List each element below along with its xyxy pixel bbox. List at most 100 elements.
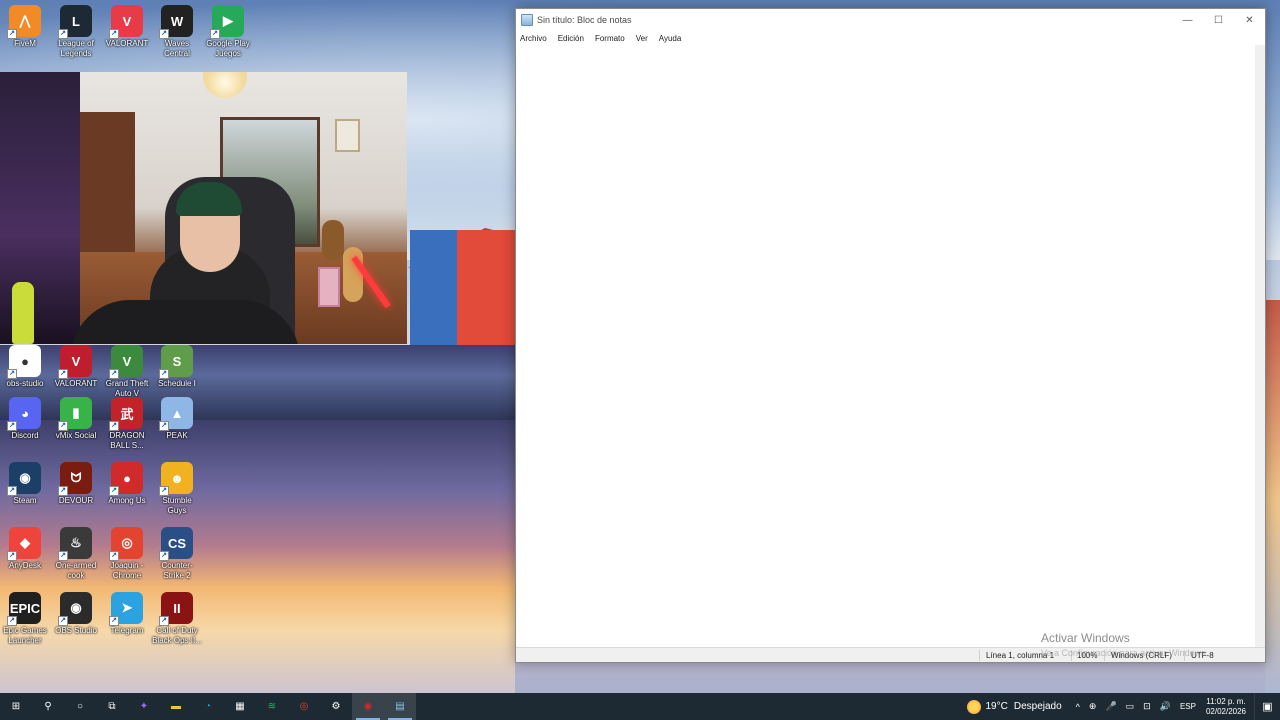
clock-date: 02/02/2026 <box>1205 706 1246 716</box>
menu-archivo[interactable]: Archivo <box>520 34 547 43</box>
notification-center-icon[interactable]: ▣ <box>1254 693 1280 720</box>
desktop-icon-peak[interactable]: ▲ ↗ PEAK <box>152 397 202 441</box>
task-view-button[interactable]: ⧉ <box>96 693 128 720</box>
desktop-icon-league-of-legends[interactable]: L ↗ League of Legends <box>51 5 101 59</box>
notepad-button[interactable]: ▤ <box>384 693 416 720</box>
menu-formato[interactable]: Formato <box>595 34 625 43</box>
close-button[interactable]: ✕ <box>1234 9 1265 31</box>
meet-now-icon[interactable]: ⊕ <box>1089 701 1097 712</box>
desktop-icon-call-of-duty[interactable]: II ↗ Call of Duty Black Ops II... <box>152 592 202 646</box>
volume-icon[interactable]: 🔊 <box>1160 701 1171 712</box>
battery-icon[interactable]: ▭ <box>1126 701 1135 712</box>
desktop-icon-obs-studio-top[interactable]: ● ↗ obs-studio <box>0 345 50 389</box>
webcam-person-body <box>70 300 300 344</box>
vertical-scrollbar[interactable] <box>1255 45 1265 647</box>
start-button[interactable]: ⊞ <box>0 693 32 720</box>
obs-button[interactable]: ◉ <box>352 693 384 720</box>
notepad-title: Sin título: Bloc de notas <box>537 15 632 25</box>
among-us-icon: ● ↗ <box>109 462 143 496</box>
show-hidden-icons-icon[interactable]: ^ <box>1076 702 1080 712</box>
shortcut-arrow-icon: ↗ <box>109 551 119 561</box>
shortcut-arrow-icon: ↗ <box>58 616 68 626</box>
network-icon[interactable]: ⊡ <box>1143 701 1151 712</box>
shortcut-arrow-icon: ↗ <box>58 29 68 39</box>
notepad-window[interactable]: Sin título: Bloc de notas — ☐ ✕ Archivo … <box>515 8 1266 663</box>
copilot-button[interactable]: ✦ <box>128 693 160 720</box>
shortcut-arrow-icon: ↗ <box>7 421 17 431</box>
one-armed-cook-glyph: ♨ <box>70 535 82 550</box>
stumble-guys-glyph: ☻ <box>170 470 184 486</box>
shortcut-arrow-icon: ↗ <box>159 551 169 561</box>
desktop-icon-label: Epic Games Launcher <box>3 626 47 645</box>
telegram-glyph: ➤ <box>121 600 133 615</box>
menu-ayuda[interactable]: Ayuda <box>659 34 682 43</box>
desktop-icon-joaquin-chrome[interactable]: ◎ ↗ Joaquin - Chrome <box>102 527 152 581</box>
desktop-icon-discord[interactable]: ◕ ↗ Discord <box>0 397 50 441</box>
desktop-icon-devour[interactable]: ᗢ ↗ DEVOUR <box>51 462 101 506</box>
file-explorer-button[interactable]: ▬ <box>160 693 192 720</box>
settings-icon: ⚙ <box>331 701 341 712</box>
menu-ver[interactable]: Ver <box>636 34 648 43</box>
peak-icon: ▲ ↗ <box>159 397 193 431</box>
desktop-icon-label: VALORANT <box>105 39 149 48</box>
desktop-icon-label: Steam <box>13 496 37 505</box>
microphone-icon[interactable]: 🎤 <box>1105 701 1116 712</box>
notepad-text-area[interactable] <box>516 45 1255 647</box>
desktop-icon-vmix-social[interactable]: ▮ ↗ vMix Social <box>51 397 101 441</box>
desktop-icon-google-play-juegos[interactable]: ▶ ↗ Google Play Juegos <box>203 5 253 59</box>
desktop-icon-one-armed-cook[interactable]: ♨ ↗ One-armed cook <box>51 527 101 581</box>
cortana-button[interactable]: ○ <box>64 693 96 720</box>
notepad-titlebar[interactable]: Sin título: Bloc de notas — ☐ ✕ <box>516 9 1265 31</box>
clock[interactable]: 11:02 p. m. 02/02/2026 <box>1206 697 1246 717</box>
desktop-icon-telegram[interactable]: ➤ ↗ Telegram <box>102 592 152 636</box>
chrome-button[interactable]: ◎ <box>288 693 320 720</box>
fivem-icon: ⋀ ↗ <box>7 5 41 39</box>
desktop-icon-label: obs-studio <box>6 379 44 388</box>
webcam-wall-frame <box>335 119 360 152</box>
desktop-icon-obs-studio[interactable]: ◉ ↗ OBS Studio <box>51 592 101 636</box>
desktop-icon-stumble-guys[interactable]: ☻ ↗ Stumble Guys <box>152 462 202 516</box>
minimize-button[interactable]: — <box>1172 9 1203 31</box>
desktop-icon-fivem[interactable]: ⋀ ↗ FiveM <box>0 5 50 49</box>
desktop-icon-counter-strike-2[interactable]: CS ↗ Counter-Strike 2 <box>152 527 202 581</box>
desktop-icon-valorant-top[interactable]: V ↗ VALORANT <box>102 5 152 49</box>
steam-icon: ◉ ↗ <box>7 462 41 496</box>
weather-temperature: 19°C <box>985 701 1008 712</box>
desktop-icon-gta-v[interactable]: V ↗ Grand Theft Auto V <box>102 345 152 399</box>
devour-glyph: ᗢ <box>70 470 82 485</box>
shortcut-arrow-icon: ↗ <box>109 616 119 626</box>
shortcut-arrow-icon: ↗ <box>7 369 17 379</box>
spotify-button[interactable]: ≋ <box>256 693 288 720</box>
search-button[interactable]: ⚲ <box>32 693 64 720</box>
desktop-icon-schedule-1[interactable]: S ↗ Schedule I <box>152 345 202 389</box>
store-button[interactable]: ▦ <box>224 693 256 720</box>
desktop-icon-label: AnyDesk <box>8 561 41 570</box>
desktop-icon-among-us[interactable]: ● ↗ Among Us <box>102 462 152 506</box>
desktop-icon-waves-central[interactable]: W ↗ Waves Central <box>152 5 202 59</box>
desktop-icon-dragon-ball[interactable]: 武 ↗ DRAGON BALL S... <box>102 397 152 451</box>
desktop-icon-anydesk[interactable]: ◆ ↗ AnyDesk <box>0 527 50 571</box>
epic-games-icon: EPIC ↗ <box>7 592 41 626</box>
valorant-top-icon: V ↗ <box>109 5 143 39</box>
stumble-guys-icon: ☻ ↗ <box>159 462 193 496</box>
clock-time: 11:02 p. m. <box>1206 696 1246 706</box>
shortcut-arrow-icon: ↗ <box>109 369 119 379</box>
call-of-duty-glyph: II <box>173 600 181 616</box>
desktop-icon-epic-games[interactable]: EPIC ↗ Epic Games Launcher <box>0 592 50 646</box>
shortcut-arrow-icon: ↗ <box>7 551 17 561</box>
maximize-button[interactable]: ☐ <box>1203 9 1234 31</box>
weather-widget[interactable]: 19°C Despejado <box>966 699 1062 714</box>
desktop-icon-valorant-mid[interactable]: V ↗ VALORANT <box>51 345 101 389</box>
desktop-icon-steam[interactable]: ◉ ↗ Steam <box>0 462 50 506</box>
obs-icon: ◉ <box>363 701 373 712</box>
language-indicator[interactable]: ESP <box>1180 702 1196 711</box>
settings-button[interactable]: ⚙ <box>320 693 352 720</box>
edge-button[interactable]: ◔ <box>192 693 224 720</box>
vmix-social-icon: ▮ ↗ <box>58 397 92 431</box>
vmix-social-glyph: ▮ <box>72 405 80 420</box>
menu-edicion[interactable]: Edición <box>558 34 584 43</box>
discord-glyph: ◕ <box>21 405 29 421</box>
notepad-menubar: Archivo Edición Formato Ver Ayuda <box>516 31 1265 45</box>
desktop-icon-label: Call of Duty Black Ops II... <box>152 626 202 645</box>
desktop-icon-label: One-armed cook <box>55 561 97 580</box>
